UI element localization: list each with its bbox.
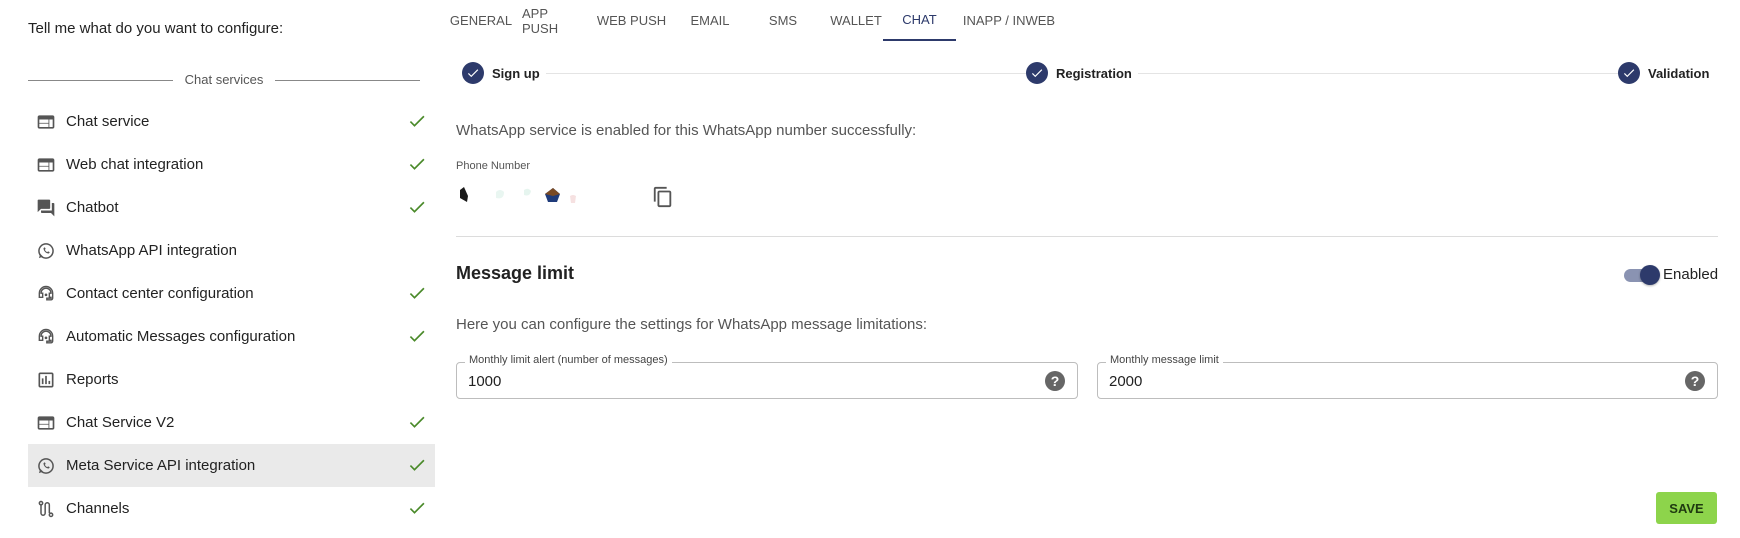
menu-item-label: Web chat integration: [66, 156, 204, 173]
web-window-icon: [36, 155, 56, 175]
menu-item[interactable]: Web chat integration: [28, 143, 435, 186]
phone-number-label: Phone Number: [456, 160, 530, 172]
support-agent-icon: [36, 327, 56, 347]
toggle-label: Enabled: [1663, 266, 1719, 283]
main-content: WhatsApp service is enabled for this Wha…: [456, 0, 1718, 538]
check-icon: [407, 455, 427, 475]
check-icon: [407, 154, 427, 174]
monthly-message-limit-label: Monthly message limit: [1106, 354, 1223, 366]
menu-item-label: Chatbot: [66, 199, 119, 216]
menu-item[interactable]: Reports: [28, 358, 435, 401]
menu-item[interactable]: Chat Service V2: [28, 401, 435, 444]
help-icon[interactable]: ?: [1685, 371, 1705, 391]
check-icon: [407, 283, 427, 303]
menu-item-label: Reports: [66, 371, 119, 388]
check-icon: [407, 498, 427, 518]
whatsapp-icon: [36, 456, 56, 476]
route-icon: [36, 499, 56, 519]
menu-item[interactable]: Meta Service API integration: [28, 444, 435, 487]
support-agent-icon: [36, 284, 56, 304]
message-limit-toggle[interactable]: [1622, 264, 1662, 286]
menu-item-label: Chat service: [66, 113, 150, 130]
bar-chart-icon: [36, 370, 56, 390]
chat-services-menu: Chat service Web chat integration Chatbot W…: [28, 100, 435, 530]
toggle-knob: [1640, 265, 1660, 285]
menu-item-label: Contact center configuration: [66, 285, 254, 302]
success-message: WhatsApp service is enabled for this Wha…: [456, 122, 917, 139]
menu-item-label: WhatsApp API integration: [66, 242, 237, 259]
message-limit-description: Here you can configure the settings for …: [456, 316, 928, 333]
section-divider: Chat services: [28, 72, 420, 88]
whatsapp-icon: [36, 241, 56, 261]
monthly-limit-alert-label: Monthly limit alert (number of messages): [465, 354, 672, 366]
monthly-message-limit-field[interactable]: Monthly message limit ?: [1097, 354, 1718, 399]
menu-item[interactable]: Automatic Messages configuration: [28, 315, 435, 358]
menu-item-label: Chat Service V2: [66, 414, 175, 431]
monthly-message-limit-input[interactable]: [1109, 370, 1636, 392]
menu-item-label: Automatic Messages configuration: [66, 328, 296, 345]
save-button[interactable]: SAVE: [1656, 492, 1717, 524]
web-window-icon: [36, 413, 56, 433]
web-window-icon: [36, 112, 56, 132]
help-icon[interactable]: ?: [1045, 371, 1065, 391]
monthly-limit-alert-field[interactable]: Monthly limit alert (number of messages)…: [456, 354, 1078, 399]
monthly-limit-alert-input[interactable]: [468, 370, 995, 392]
left-panel: Tell me what do you want to configure: C…: [28, 0, 435, 538]
message-limit-title: Message limit: [456, 263, 575, 283]
menu-item[interactable]: Chatbot: [28, 186, 435, 229]
check-icon: [407, 197, 427, 217]
menu-item[interactable]: Contact center configuration: [28, 272, 435, 315]
phone-number-obscured-image: [460, 187, 576, 203]
menu-item[interactable]: WhatsApp API integration: [28, 229, 435, 272]
menu-item-label: Meta Service API integration: [66, 457, 256, 474]
section-divider-line: [456, 236, 1718, 237]
forum-icon: [36, 198, 56, 218]
menu-item-label: Channels: [66, 500, 130, 517]
menu-item[interactable]: Chat service: [28, 100, 435, 143]
check-icon: [407, 412, 427, 432]
check-icon: [407, 326, 427, 346]
copy-icon[interactable]: [652, 186, 674, 208]
menu-item[interactable]: Channels: [28, 487, 435, 530]
intro-text: Tell me what do you want to configure:: [28, 20, 284, 37]
divider-line-right: [275, 80, 420, 81]
check-icon: [407, 111, 427, 131]
